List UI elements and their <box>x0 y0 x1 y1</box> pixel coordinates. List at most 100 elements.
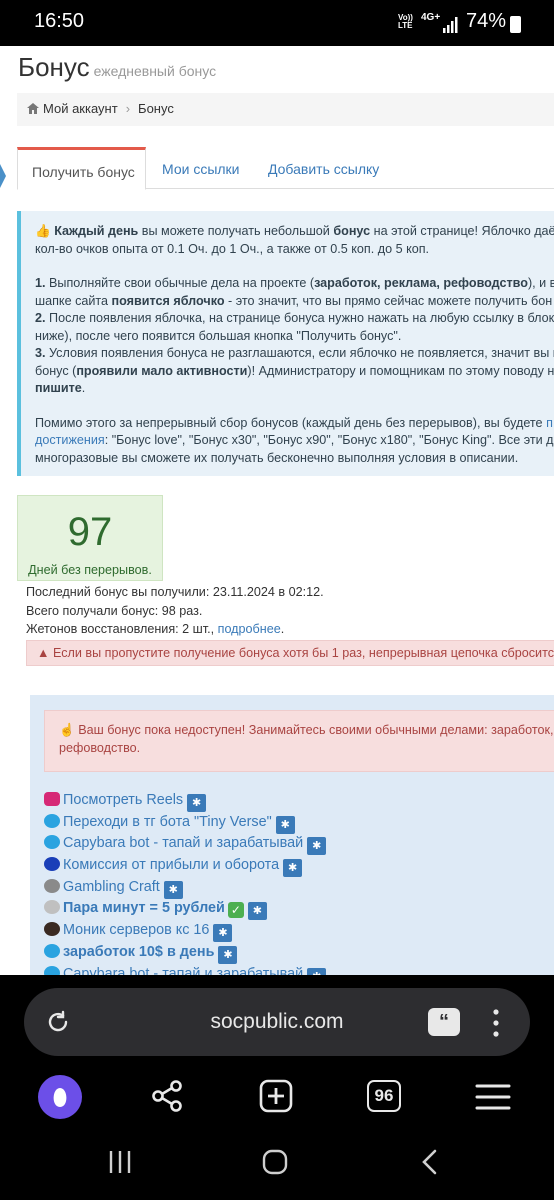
page-title: Бонус ежедневный бонус <box>18 52 216 83</box>
system-nav-bar <box>0 1145 554 1185</box>
info-text: шапке сайта <box>35 293 112 308</box>
home-icon <box>27 103 39 114</box>
telegram-icon <box>44 835 60 850</box>
bonus-link[interactable]: Capybara bot - тапай и зарабатывай <box>63 835 303 851</box>
bonus-link[interactable]: заработок 10$ в день <box>63 944 214 960</box>
info-text: Условия появления бонуса не разглашаются… <box>45 346 554 360</box>
info-bold: заработок, реклама, рефоводство <box>314 276 528 290</box>
info-text: Выполняйте свои обычные дела на проекте … <box>45 276 315 290</box>
recent-apps-icon[interactable] <box>108 1149 132 1175</box>
back-icon[interactable] <box>420 1149 440 1175</box>
share-icon[interactable] <box>150 1079 184 1113</box>
bonus-link[interactable]: Gambling Craft <box>63 879 160 895</box>
notice-line: ☝ Ваш бонус пока недоступен! Занимайтесь… <box>59 721 553 739</box>
tokens: Жетонов восстановления: 2 шт., подробнее… <box>26 620 324 639</box>
achievements-link[interactable]: достижения <box>35 433 105 447</box>
bug-report-icon[interactable]: ✱ <box>247 902 267 921</box>
info-line: 👍 Каждый день вы можете получать небольш… <box>35 223 554 241</box>
streak-counter: 97 Дней без перерывов. <box>17 495 163 581</box>
bug-report-icon[interactable]: ✱ <box>187 794 207 812</box>
breadcrumb-account[interactable]: Мой аккаунт <box>43 101 118 116</box>
more-vert-icon[interactable] <box>493 1008 499 1038</box>
bonus-link[interactable]: Посмотреть Reels <box>63 792 183 808</box>
info-text: на этой странице! Яблочко даёт <box>370 224 554 238</box>
breadcrumb: Мой аккаунт › Бонус <box>17 93 554 126</box>
info-line: ниже), после чего появится большая кнопк… <box>35 328 402 343</box>
tab-get-bonus[interactable]: Получить бонус <box>17 147 146 190</box>
info-text: После появления яблочка, на странице бон… <box>45 311 554 325</box>
battery-percent: 74% <box>466 10 507 32</box>
tokens-more-link[interactable]: подробнее <box>218 622 281 636</box>
address-bar[interactable]: socpublic.com “ <box>24 988 530 1056</box>
bonus-unavailable-alert: ☝ Ваш бонус пока недоступен! Занимайтесь… <box>44 710 554 772</box>
status-time: 16:50 <box>34 10 85 32</box>
bonus-link[interactable]: Пара минут = 5 рублей <box>63 900 225 916</box>
streak-value: 97 <box>67 510 113 554</box>
info-bold: пишите <box>35 381 82 395</box>
info-text: вы можете получать небольшой <box>138 224 334 238</box>
web-page: Бонус ежедневный бонус Мой аккаунт › Бонус … <box>0 46 554 975</box>
quote-chat-icon[interactable]: “ <box>428 1008 460 1036</box>
bonus-links-panel: ☝ Ваш бонус пока недоступен! Занимайтесь… <box>30 695 554 975</box>
info-text: Помимо этого за непрерывный сбор бонусов… <box>35 415 547 430</box>
new-tab-icon[interactable] <box>259 1079 293 1113</box>
info-bold: появится яблочко <box>111 293 225 308</box>
menu-icon[interactable] <box>475 1083 511 1111</box>
bonus-link[interactable]: Моник серверов кс 16 <box>63 922 209 938</box>
bonus-link-item: Capybara bot - тапай и зарабатывай✱ <box>44 833 327 856</box>
home-button-icon[interactable] <box>262 1149 288 1175</box>
sp-icon <box>44 900 60 915</box>
chevron-right-icon: › <box>125 101 131 116</box>
bonus-link-list: Посмотреть Reels ✱ Переходи в тг бота "Tin… <box>44 790 327 976</box>
info-bold: Каждый день <box>54 224 139 238</box>
warning-text: Если вы пропустите получение бонуса хотя… <box>52 646 554 660</box>
bonus-link[interactable]: Переходи в тг бота "Tiny Verse" <box>63 814 272 830</box>
telegram-icon <box>44 813 60 828</box>
info-line: достижения: "Бонус love", "Бонус x30", "… <box>35 432 554 450</box>
bonus-link-item: Моник серверов кс 16 ✱ <box>44 920 326 943</box>
info-line: 3. Условия появления бонуса не разглашаю… <box>35 345 554 363</box>
info-text: ), и в <box>527 276 554 290</box>
side-handle[interactable] <box>0 164 6 188</box>
alice-assistant-icon[interactable] <box>38 1075 82 1119</box>
bug-report-icon[interactable]: ✱ <box>307 837 327 856</box>
info-text: )! Администратору и помощникам по этому … <box>247 363 554 378</box>
network-indicator: 4G+ <box>421 12 441 23</box>
bonus-link-item: Gambling Craft ✱ <box>44 877 326 899</box>
bug-report-icon[interactable]: ✱ <box>213 924 233 943</box>
warning-icon: ▲ <box>37 646 50 660</box>
achievements-link[interactable]: п <box>546 416 553 430</box>
tokens-end: . <box>280 622 285 636</box>
page-subtitle: ежедневный бонус <box>93 63 217 79</box>
bug-report-icon[interactable]: ✱ <box>218 945 238 964</box>
info-text: : "Бонус love", "Бонус x30", "Бонус x90"… <box>104 433 554 447</box>
notice-text: Ваш бонус пока недоступен! Занимайтесь с… <box>78 723 554 737</box>
telegram-icon <box>44 965 60 975</box>
bonus-link[interactable]: Capybara bot - тапай и зарабатывай <box>63 966 303 976</box>
tab-add-link[interactable]: Добавить ссылку <box>254 147 393 189</box>
info-box: 👍 Каждый день вы можете получать небольш… <box>17 211 554 476</box>
streak-label: Дней без перерывов. <box>28 563 152 577</box>
info-text: . <box>81 381 86 395</box>
bonus-link-item: Переходи в тг бота "Tiny Verse" ✱ <box>44 812 326 834</box>
bonus-link-item: Capybara bot - тапай и зарабатывай ✱ <box>44 964 327 976</box>
bug-report-icon[interactable]: ✱ <box>307 967 327 975</box>
bug-report-icon[interactable]: ✱ <box>283 859 303 878</box>
bonus-stats: Последний бонус вы получили: 23.11.2024 … <box>26 583 324 639</box>
bug-report-icon[interactable]: ✱ <box>275 815 295 834</box>
notice-line: рефоводство. <box>59 741 141 755</box>
bonus-link-item: Комиссия от прибыли и оборота ✱ <box>44 855 326 878</box>
warning-alert: ▲ Если вы пропустите получение бонуса хо… <box>26 640 554 666</box>
check-icon: ✓ <box>227 902 244 919</box>
info-text: - это значит, что вы прямо сейчас можете… <box>224 293 553 308</box>
browser-toolbar: 96 <box>0 1075 554 1120</box>
tab-counter[interactable]: 96 <box>367 1080 401 1112</box>
signal-icon <box>443 17 458 33</box>
tab-my-links[interactable]: Мои ссылки <box>148 147 254 189</box>
volte-indicator: Vo)) LTE <box>398 13 413 30</box>
page-title-text: Бонус <box>18 52 90 82</box>
info-line: пишите. <box>35 380 554 398</box>
bonus-link[interactable]: Комиссия от прибыли и оборота <box>63 857 279 873</box>
last-bonus: Последний бонус вы получили: 23.11.2024 … <box>26 585 324 599</box>
bug-report-icon[interactable]: ✱ <box>163 880 183 899</box>
